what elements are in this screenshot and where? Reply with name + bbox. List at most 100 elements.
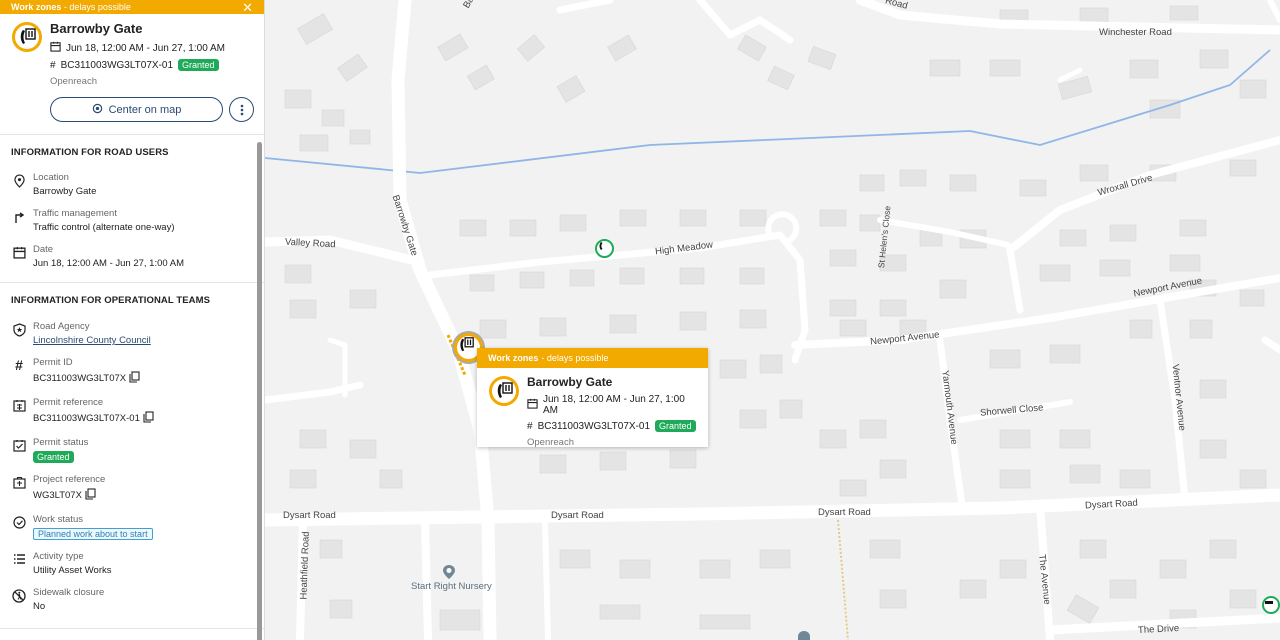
project-reference-value: WG3LT07X xyxy=(33,490,82,501)
work-dates: Jun 18, 12:00 AM - Jun 27, 1:00 AM xyxy=(66,42,225,54)
permit-reference-item: Permit reference BC311003WG3LT07X-01 xyxy=(0,397,264,426)
popup-company: Openreach xyxy=(527,437,575,448)
company-name: Openreach xyxy=(50,76,98,87)
permit-number: BC311003WG3LT07X-01 xyxy=(60,59,174,71)
work-status-item: Work status Planned work about to start xyxy=(0,514,264,540)
project-reference-label: Project reference xyxy=(33,474,106,485)
date-item: Date Jun 18, 12:00 AM - Jun 27, 1:00 AM xyxy=(0,244,264,269)
permit-status-badge: Granted xyxy=(33,451,74,463)
traffic-management-label: Traffic management xyxy=(33,208,117,219)
roadworks-icon xyxy=(599,242,603,250)
map-view[interactable]: Winchester Road Road Ba Wroxall Drive Hi… xyxy=(265,0,1280,640)
location-label: Location xyxy=(33,172,69,183)
permit-status-label: Permit status xyxy=(33,437,89,448)
popup-banner-subtitle: - delays possible xyxy=(541,353,609,363)
work-header: Barrowby Gate Jun 18, 12:00 AM - Jun 27,… xyxy=(0,14,264,87)
sidewalk-closure-item: Sidewalk closure No xyxy=(0,587,264,612)
location-value: Barrowby Gate xyxy=(33,186,97,197)
kebab-menu-icon xyxy=(240,104,243,115)
calendar-icon xyxy=(527,398,538,412)
copy-icon[interactable] xyxy=(129,371,140,386)
activity-type-label: Activity type xyxy=(33,551,84,562)
close-icon[interactable]: ✕ xyxy=(242,1,253,14)
work-status-badge: Planned work about to start xyxy=(33,528,153,540)
work-title: Barrowby Gate xyxy=(50,21,143,36)
map-base xyxy=(265,0,1280,640)
date-label: Date xyxy=(33,244,54,255)
roadworks-logo-icon xyxy=(489,376,519,406)
banner-title: Work zones xyxy=(11,2,62,12)
road-label: Dysart Road xyxy=(818,507,871,518)
permit-reference-label: Permit reference xyxy=(33,397,104,408)
road-agency-item: Road Agency Lincolnshire County Council xyxy=(0,321,264,346)
panel-scrollbar[interactable] xyxy=(257,142,262,640)
work-marker-edge[interactable] xyxy=(1262,596,1280,614)
roadworks-logo-icon xyxy=(460,337,474,352)
document-grid-icon xyxy=(11,397,27,426)
status-badge: Granted xyxy=(178,59,219,71)
popup-title: Barrowby Gate xyxy=(527,375,613,389)
work-status-label: Work status xyxy=(33,514,83,525)
footpath xyxy=(837,519,849,640)
center-on-map-label: Center on map xyxy=(108,103,182,116)
more-options-button[interactable] xyxy=(229,97,254,122)
work-details-panel: Work zones - delays possible ✕ Barrowby … xyxy=(0,0,265,640)
copy-icon[interactable] xyxy=(143,411,154,426)
turn-arrow-icon xyxy=(11,208,27,233)
location-pin-icon xyxy=(11,172,27,197)
hash-icon: # xyxy=(50,59,56,71)
location-item: Location Barrowby Gate xyxy=(0,172,264,197)
activity-type-value: Utility Asset Works xyxy=(33,565,112,576)
date-value: Jun 18, 12:00 AM - Jun 27, 1:00 AM xyxy=(33,258,185,269)
operational-teams-heading: INFORMATION FOR OPERATIONAL TEAMS xyxy=(11,295,211,306)
permit-id-item: # Permit ID BC311003WG3LT07X xyxy=(0,357,264,386)
calendar-icon xyxy=(11,244,27,269)
road-label: Dysart Road xyxy=(283,510,336,521)
stream xyxy=(265,49,1271,174)
popup-dates: Jun 18, 12:00 AM - Jun 27, 1:00 AM xyxy=(543,394,685,416)
popup-permit-number: BC311003WG3LT07X-01 xyxy=(537,420,651,432)
traffic-management-item: Traffic management Traffic control (alte… xyxy=(0,208,264,233)
project-reference-item: Project reference WG3LT07X xyxy=(0,474,264,503)
briefcase-icon xyxy=(11,474,27,503)
road-label: Winchester Road xyxy=(1099,27,1172,38)
activity-type-item: Activity type Utility Asset Works xyxy=(0,551,264,576)
permit-id-value: BC311003WG3LT07X xyxy=(33,373,127,384)
road-label: Dysart Road xyxy=(551,510,604,521)
center-on-map-button[interactable]: Center on map xyxy=(50,97,223,122)
roads xyxy=(265,0,1280,640)
road-agency-link[interactable]: Lincolnshire County Council xyxy=(33,335,151,346)
divider xyxy=(0,628,264,629)
sidewalk-closure-value: No xyxy=(33,601,46,612)
work-marker-granted[interactable] xyxy=(595,239,614,258)
sidewalk-closure-label: Sidewalk closure xyxy=(33,587,105,598)
hash-icon: # xyxy=(15,357,23,373)
calendar-icon xyxy=(50,41,61,55)
list-icon xyxy=(11,551,27,576)
check-circle-icon xyxy=(11,514,27,540)
calendar-check-icon xyxy=(11,437,27,463)
work-popup[interactable]: Work zones - delays possible Barrowby Ga… xyxy=(477,348,708,448)
no-pedestrian-icon xyxy=(11,587,27,612)
road-users-heading: INFORMATION FOR ROAD USERS xyxy=(11,147,169,158)
permit-id-label: Permit ID xyxy=(33,357,73,368)
road-label: The Drive xyxy=(1137,622,1180,637)
road-agency-label: Road Agency xyxy=(33,321,90,332)
traffic-management-value: Traffic control (alternate one-way) xyxy=(33,222,175,233)
barrier-icon xyxy=(1265,601,1273,604)
banner-subtitle: - delays possible xyxy=(63,2,131,12)
shield-star-icon xyxy=(11,321,27,346)
permit-reference-value: BC311003WG3LT07X-01 xyxy=(33,413,140,424)
roadworks-logo-icon xyxy=(12,22,42,52)
permit-status-item: Permit status Granted xyxy=(0,437,264,463)
popup-banner: Work zones - delays possible xyxy=(477,348,708,368)
popup-banner-title: Work zones xyxy=(488,353,539,363)
buildings xyxy=(284,5,1267,631)
app: Work zones - delays possible ✕ Barrowby … xyxy=(0,0,1280,640)
copy-icon[interactable] xyxy=(85,488,96,503)
popup-status-badge: Granted xyxy=(655,420,696,432)
work-zone-banner: Work zones - delays possible ✕ xyxy=(0,0,264,14)
hash-icon: # xyxy=(527,420,533,432)
target-icon xyxy=(92,103,103,117)
poi-label: Start Right Nursery xyxy=(411,581,492,592)
